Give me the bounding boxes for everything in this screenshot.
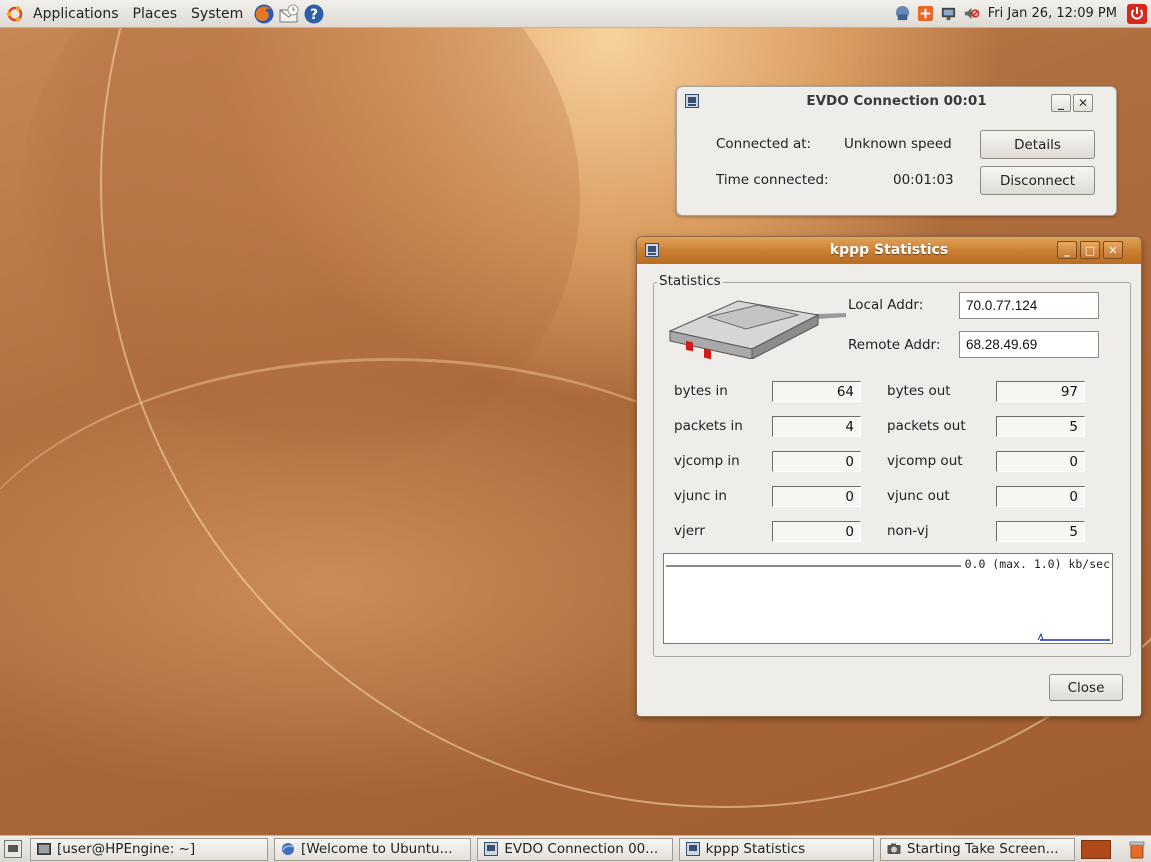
taskbar-item-terminal[interactable]: [user@HPEngine: ~] [29, 837, 269, 861]
time-connected-label: Time connected: [716, 172, 829, 188]
mail-icon[interactable] [278, 3, 300, 25]
menu-system[interactable]: System [184, 0, 250, 28]
network-app-icon [685, 842, 700, 856]
modem-icon [668, 300, 846, 359]
camera-icon [887, 843, 901, 854]
task-label: Starting Take Screen... [906, 841, 1059, 857]
taskbar-item-screenshot[interactable]: Starting Take Screen... [879, 837, 1076, 861]
workspace-switcher[interactable] [1081, 839, 1112, 859]
network-app-icon [484, 842, 499, 856]
power-icon[interactable] [1127, 3, 1147, 24]
stat-label: bytes in [674, 383, 728, 399]
stat-value: 0 [772, 486, 861, 507]
close-button[interactable]: Close [1049, 674, 1123, 701]
browser-icon [282, 843, 295, 855]
network-manager-icon[interactable] [894, 5, 911, 22]
volume-muted-icon[interactable] [963, 5, 980, 22]
evdo-connection-window: EVDO Connection 00:01 _ ✕ Connected at: … [676, 86, 1117, 216]
ubuntu-logo-icon[interactable] [6, 5, 24, 23]
details-button[interactable]: Details [980, 130, 1095, 159]
svg-text:?: ? [310, 7, 318, 23]
stat-label: non-vj [887, 523, 929, 539]
task-label: [user@HPEngine: ~] [56, 841, 196, 857]
graph-caption: 0.0 (max. 1.0) kb/sec [960, 557, 1110, 571]
stat-value: 4 [772, 416, 861, 437]
taskbar-item-browser[interactable]: [Welcome to Ubuntu... [274, 837, 472, 861]
system-tray: Fri Jan 26, 12:09 PM [894, 3, 1151, 24]
evdo-titlebar[interactable]: EVDO Connection 00:01 _ ✕ [677, 87, 1116, 117]
close-icon: ✕ [1077, 96, 1089, 110]
disconnect-button[interactable]: Disconnect [980, 166, 1095, 195]
stat-value: 97 [996, 381, 1085, 402]
connected-at-value: Unknown speed [844, 136, 952, 152]
stat-label: packets in [674, 418, 743, 434]
throughput-graph: 0.0 (max. 1.0) kb/sec [663, 553, 1113, 644]
task-label: EVDO Connection 00... [504, 841, 659, 857]
remote-addr-label: Remote Addr: [848, 337, 941, 353]
update-notifier-icon[interactable] [917, 5, 934, 22]
stat-label: vjunc in [674, 488, 727, 504]
statistics-group: Statistics Local Addr: Remote Addr: byte… [653, 273, 1131, 657]
clock[interactable]: Fri Jan 26, 12:09 PM [988, 6, 1117, 21]
stat-value: 0 [772, 451, 861, 472]
local-addr-field[interactable] [959, 292, 1099, 319]
time-connected-value: 00:01:03 [893, 172, 954, 188]
stat-label: vjcomp in [674, 453, 740, 469]
top-panel: Applications Places System ? Fri Jan 26,… [0, 0, 1151, 28]
bottom-panel: [user@HPEngine: ~] [Welcome to Ubuntu...… [0, 835, 1151, 862]
menu-applications[interactable]: Applications [26, 0, 126, 28]
firefox-icon[interactable] [253, 3, 275, 25]
terminal-icon [36, 843, 51, 855]
stat-label: bytes out [887, 383, 951, 399]
maximize-button[interactable]: □ [1080, 241, 1100, 259]
group-title: Statistics [657, 273, 723, 289]
kppp-statistics-window: kppp Statistics _ □ ✕ Statistics Local A… [636, 236, 1142, 717]
taskbar-item-kppp[interactable]: kppp Statistics [678, 837, 874, 861]
stat-value: 0 [996, 486, 1085, 507]
stat-label: vjerr [674, 523, 705, 539]
task-label: kppp Statistics [705, 841, 806, 857]
trash-icon[interactable] [1129, 840, 1145, 859]
minimize-button[interactable]: _ [1057, 241, 1077, 259]
stat-value: 0 [772, 521, 861, 542]
close-icon: ✕ [1108, 243, 1118, 257]
taskbar-item-evdo[interactable]: EVDO Connection 00... [477, 837, 673, 861]
display-icon[interactable] [940, 5, 957, 22]
task-label: [Welcome to Ubuntu... [301, 841, 453, 857]
connected-at-label: Connected at: [716, 136, 812, 152]
stat-value: 5 [996, 416, 1085, 437]
stat-value: 0 [996, 451, 1085, 472]
stat-value: 5 [996, 521, 1085, 542]
maximize-icon: □ [1084, 243, 1096, 257]
minimize-button[interactable]: _ [1051, 94, 1071, 112]
stat-label: packets out [887, 418, 966, 434]
menu-places[interactable]: Places [126, 0, 185, 28]
close-window-button[interactable]: ✕ [1103, 241, 1123, 259]
minimize-icon: _ [1058, 96, 1064, 110]
local-addr-label: Local Addr: [848, 297, 924, 313]
stat-label: vjunc out [887, 488, 950, 504]
stat-value: 64 [772, 381, 861, 402]
kppp-titlebar[interactable]: kppp Statistics _ □ ✕ [637, 237, 1141, 264]
show-desktop-button[interactable] [4, 840, 22, 858]
stat-label: vjcomp out [887, 453, 963, 469]
remote-addr-field[interactable] [959, 331, 1099, 358]
minimize-icon: _ [1064, 243, 1070, 257]
close-window-button[interactable]: ✕ [1073, 94, 1093, 112]
help-icon[interactable]: ? [303, 3, 325, 25]
